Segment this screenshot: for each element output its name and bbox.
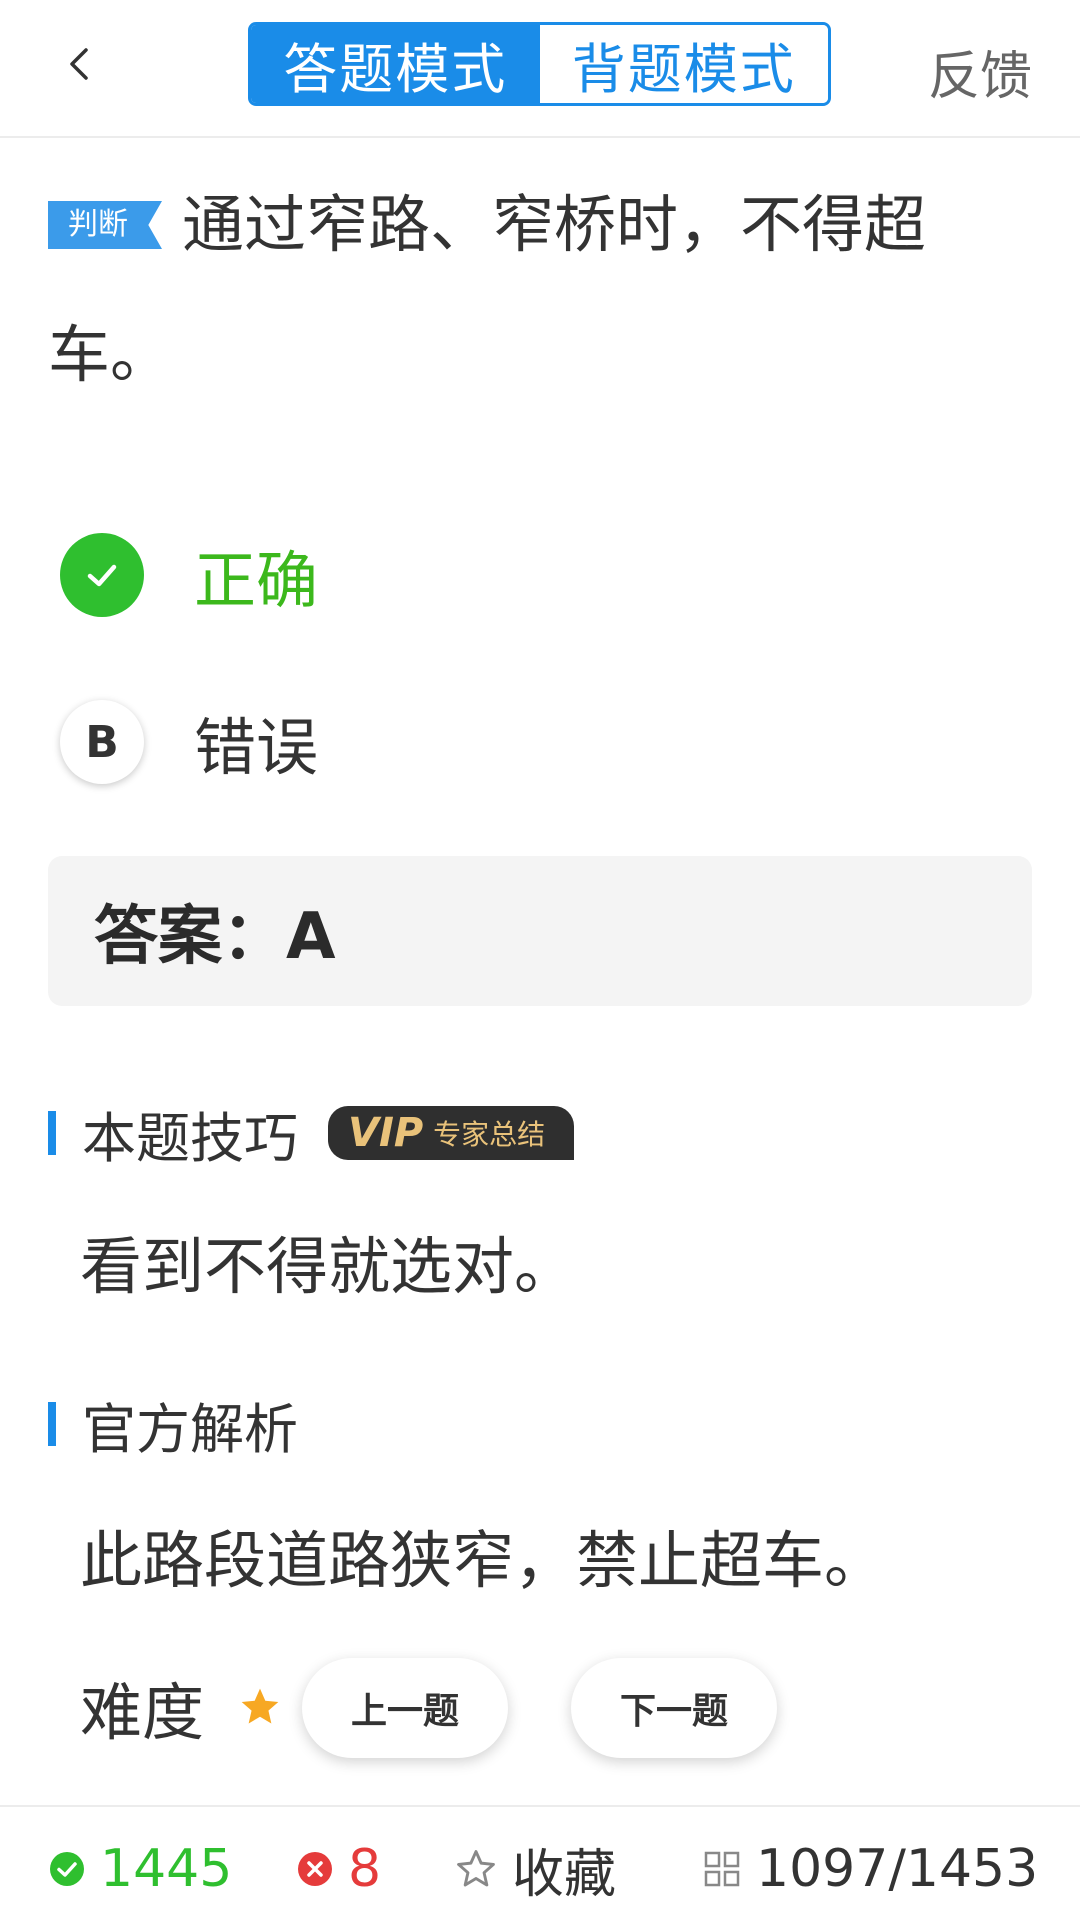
vip-subtitle: 专家总结 [433,1118,546,1151]
prev-question-button[interactable]: 上一题 [302,1658,508,1758]
section-bar [48,1111,56,1155]
star-outline-icon [454,1847,498,1891]
tab-answer-mode[interactable]: 答题模式 [251,25,540,103]
grid-icon [702,1849,742,1889]
check-circle-icon [48,1850,86,1888]
option-b[interactable]: B 错误 [60,697,660,787]
header: 答题模式 背题模式 反馈 [0,0,1080,138]
question-progress[interactable]: 1097/1453 [702,1839,1038,1899]
option-a[interactable]: 正确 [60,530,660,620]
progress-value: 1097/1453 [756,1839,1039,1899]
question-text: 通过窄路、窄桥时，不得超车。 [48,188,927,391]
option-b-text: 错误 [194,711,319,784]
wrong-count[interactable]: 8 [296,1839,381,1899]
difficulty-label: 难度 [80,1676,205,1749]
tip-section-title: 本题技巧 VIP 专家总结 [48,1103,574,1170]
official-body: 此路段道路狭窄，禁止超车。 [80,1524,887,1597]
option-b-marker: B [60,700,144,784]
section-bar [48,1402,56,1446]
tip-body: 看到不得就选对。 [80,1230,577,1303]
cross-icon [296,1850,334,1888]
option-a-text: 正确 [194,544,319,617]
question: 判断 通过窄路、窄桥时，不得超车。 [48,160,1038,420]
vip-badge: VIP 专家总结 [328,1106,574,1160]
favorite-button[interactable]: 收藏 [454,1832,616,1907]
check-icon [87,564,117,587]
bottom-bar: 1445 8 收藏 1097/1453 [0,1805,1080,1931]
correct-count[interactable]: 1445 [48,1839,232,1899]
official-section-title: 官方解析 [48,1394,298,1461]
tip-title: 本题技巧 [82,1106,298,1170]
option-a-marker [60,533,144,617]
star-icon [241,1688,279,1724]
back-arrow-icon [70,48,88,80]
mode-toggle: 答题模式 背题模式 [248,22,831,106]
page: 答题模式 背题模式 反馈 判断 通过窄路、窄桥时，不得超车。 正确 B 错误 答案… [0,0,1080,1931]
official-title: 官方解析 [82,1397,298,1461]
tab-recite-mode[interactable]: 背题模式 [539,25,828,103]
answer-text: 答案：A [94,900,336,974]
vip-word: VIP [348,1110,424,1156]
next-question-button[interactable]: 下一题 [571,1658,777,1758]
correct-count-value: 1445 [100,1839,233,1899]
difficulty: 难度 [80,1662,282,1752]
feedback-button[interactable]: 反馈 [928,34,1032,109]
question-type-tag: 判断 [48,201,162,249]
wrong-count-value: 8 [348,1839,382,1899]
back-button[interactable] [50,34,110,94]
favorite-label: 收藏 [512,1844,617,1905]
answer-box: 答案：A [48,856,1032,1006]
